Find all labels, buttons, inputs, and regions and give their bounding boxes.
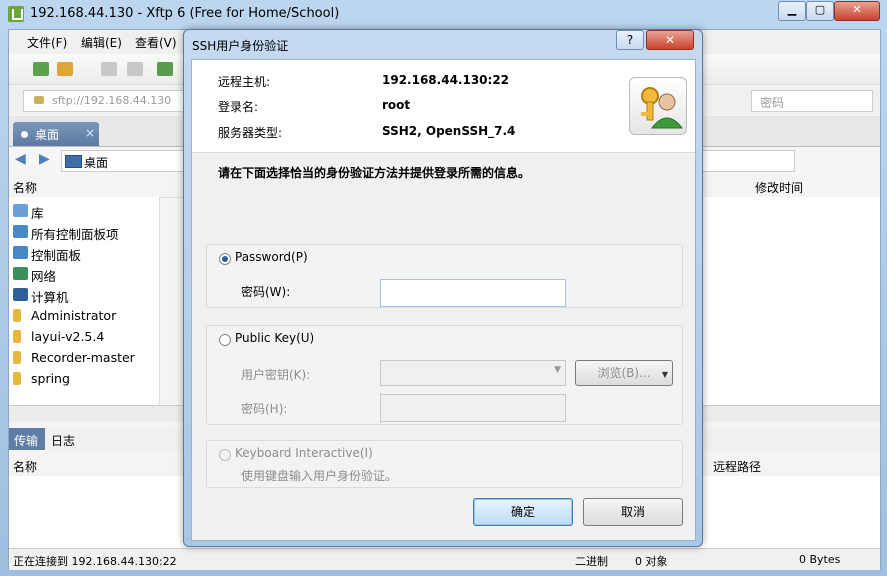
password-radio[interactable] <box>219 253 231 265</box>
folder-icon <box>13 330 21 343</box>
password-radio-label[interactable]: Password(P) <box>235 250 308 264</box>
xftp-app-icon <box>8 6 24 22</box>
server-type-value: SSH2, OpenSSH_7.4 <box>382 124 516 138</box>
publickey-radio[interactable] <box>219 334 231 346</box>
refresh-icon[interactable] <box>157 62 173 76</box>
tab-desktop-label: 桌面 <box>35 128 60 142</box>
folder-icon <box>13 309 21 322</box>
menu-edit[interactable]: 编辑(E) <box>81 34 122 51</box>
user-key-icon <box>629 77 687 135</box>
back-arrow-icon[interactable]: ◀ <box>15 151 26 167</box>
tab-close-icon[interactable]: × <box>85 126 95 140</box>
control-panel-icon <box>13 225 28 238</box>
minimize-button[interactable]: ▁ <box>778 1 806 21</box>
tab-transfer[interactable]: 传输 <box>9 428 45 450</box>
close-button[interactable]: ✕ <box>834 1 880 21</box>
dialog-title: SSH用户身份验证 <box>192 39 289 53</box>
keyboard-radio-label[interactable]: Keyboard Interactive(I) <box>235 446 373 460</box>
password-method-group: Password(P) 密码(W): <box>206 244 683 308</box>
connection-info-panel: 远程主机: 192.168.44.130:22 登录名: root 服务器类型:… <box>192 60 695 153</box>
network-icon <box>13 267 28 280</box>
column-name[interactable]: 名称 <box>13 179 37 196</box>
status-bytes: 0 Bytes <box>799 553 841 566</box>
address-password-placeholder: 密码 <box>760 96 785 110</box>
dialog-body: 远程主机: 192.168.44.130:22 登录名: root 服务器类型:… <box>191 59 696 541</box>
desktop-icon <box>65 155 82 168</box>
remote-path-input[interactable] <box>697 150 795 172</box>
status-transfer-mode: 二进制 <box>575 555 608 568</box>
disconnect-icon[interactable] <box>127 62 143 76</box>
local-path-text: 桌面 <box>84 156 109 170</box>
server-type-label: 服务器类型: <box>218 126 283 140</box>
remote-file-list <box>701 197 880 405</box>
keyboard-method-group: Keyboard Interactive(I) 使用键盘输入用户身份验证。 <box>206 440 683 488</box>
user-key-label: 用户密钥(K): <box>241 368 311 382</box>
window-title: 192.168.44.130 - Xftp 6 (Free for Home/S… <box>30 6 340 21</box>
password-input[interactable] <box>380 279 566 307</box>
key-passphrase-input[interactable] <box>380 394 566 422</box>
ssh-auth-dialog: SSH用户身份验证 ? ✕ 远程主机: 192.168.44.130:22 登录… <box>183 29 703 547</box>
publickey-radio-label[interactable]: Public Key(U) <box>235 331 314 345</box>
folder-icon <box>13 372 21 385</box>
host-address-input[interactable]: sftp://192.168.44.130 <box>23 90 195 112</box>
chevron-down-icon: ▼ <box>554 365 561 375</box>
login-value: root <box>382 98 411 112</box>
dialog-close-button[interactable]: ✕ <box>646 30 694 50</box>
status-bar: 正在连接到 192.168.44.130:22 二进制 0 对象 0 Bytes <box>9 548 880 570</box>
tab-log[interactable]: 日志 <box>51 432 75 449</box>
open-folder-icon[interactable] <box>57 62 73 76</box>
instruction-text: 请在下面选择恰当的身份验证方法并提供登录所需的信息。 <box>218 166 531 180</box>
host-address-placeholder: sftp://192.168.44.130 <box>52 94 172 107</box>
library-icon <box>13 204 28 217</box>
folder-icon <box>13 351 21 364</box>
status-connection: 正在连接到 192.168.44.130:22 <box>13 555 177 568</box>
login-label: 登录名: <box>218 100 259 114</box>
dropdown-arrow-icon: ▼ <box>661 370 668 379</box>
cancel-button[interactable]: 取消 <box>583 498 683 526</box>
ok-button[interactable]: 确定 <box>473 498 573 526</box>
tab-desktop[interactable]: 桌面 × <box>13 122 99 146</box>
publickey-method-group: Public Key(U) 用户密钥(K): ▼ 浏览(B)... ▼ 密码(H… <box>206 325 683 425</box>
local-path-input[interactable]: 桌面 <box>61 150 193 172</box>
computer-icon <box>13 288 28 301</box>
forward-arrow-icon[interactable]: ▶ <box>39 151 50 167</box>
maximize-button[interactable]: ▢ <box>806 1 834 21</box>
host-value: 192.168.44.130:22 <box>382 73 510 87</box>
host-label: 远程主机: <box>218 75 271 89</box>
status-object-count: 0 对象 <box>635 555 668 568</box>
dialog-help-button[interactable]: ? <box>616 30 644 50</box>
user-key-select[interactable]: ▼ <box>380 360 566 386</box>
menu-view[interactable]: 查看(V) <box>135 34 177 51</box>
password-field-label: 密码(W): <box>241 285 291 299</box>
new-session-icon[interactable] <box>33 62 49 76</box>
tab-status-icon <box>21 131 28 138</box>
browse-button[interactable]: 浏览(B)... ▼ <box>575 360 673 386</box>
address-password-input[interactable]: 密码 <box>751 90 873 112</box>
transfer-column-remote-path[interactable]: 远程路径 <box>713 458 761 475</box>
keyboard-hint: 使用键盘输入用户身份验证。 <box>241 469 398 483</box>
column-modified[interactable]: 修改时间 <box>755 179 803 196</box>
local-file-list: 库 所有控制面板项 控制面板 网络 计算机 Administrator layu… <box>9 197 160 405</box>
connect-icon[interactable] <box>101 62 117 76</box>
title-bar[interactable]: 192.168.44.130 - Xftp 6 (Free for Home/S… <box>0 0 887 28</box>
lock-icon <box>34 96 44 104</box>
menu-file[interactable]: 文件(F) <box>27 34 67 51</box>
key-passphrase-label: 密码(H): <box>241 402 288 416</box>
keyboard-radio[interactable] <box>219 449 231 461</box>
control-panel-icon <box>13 246 28 259</box>
transfer-column-name[interactable]: 名称 <box>13 458 37 475</box>
